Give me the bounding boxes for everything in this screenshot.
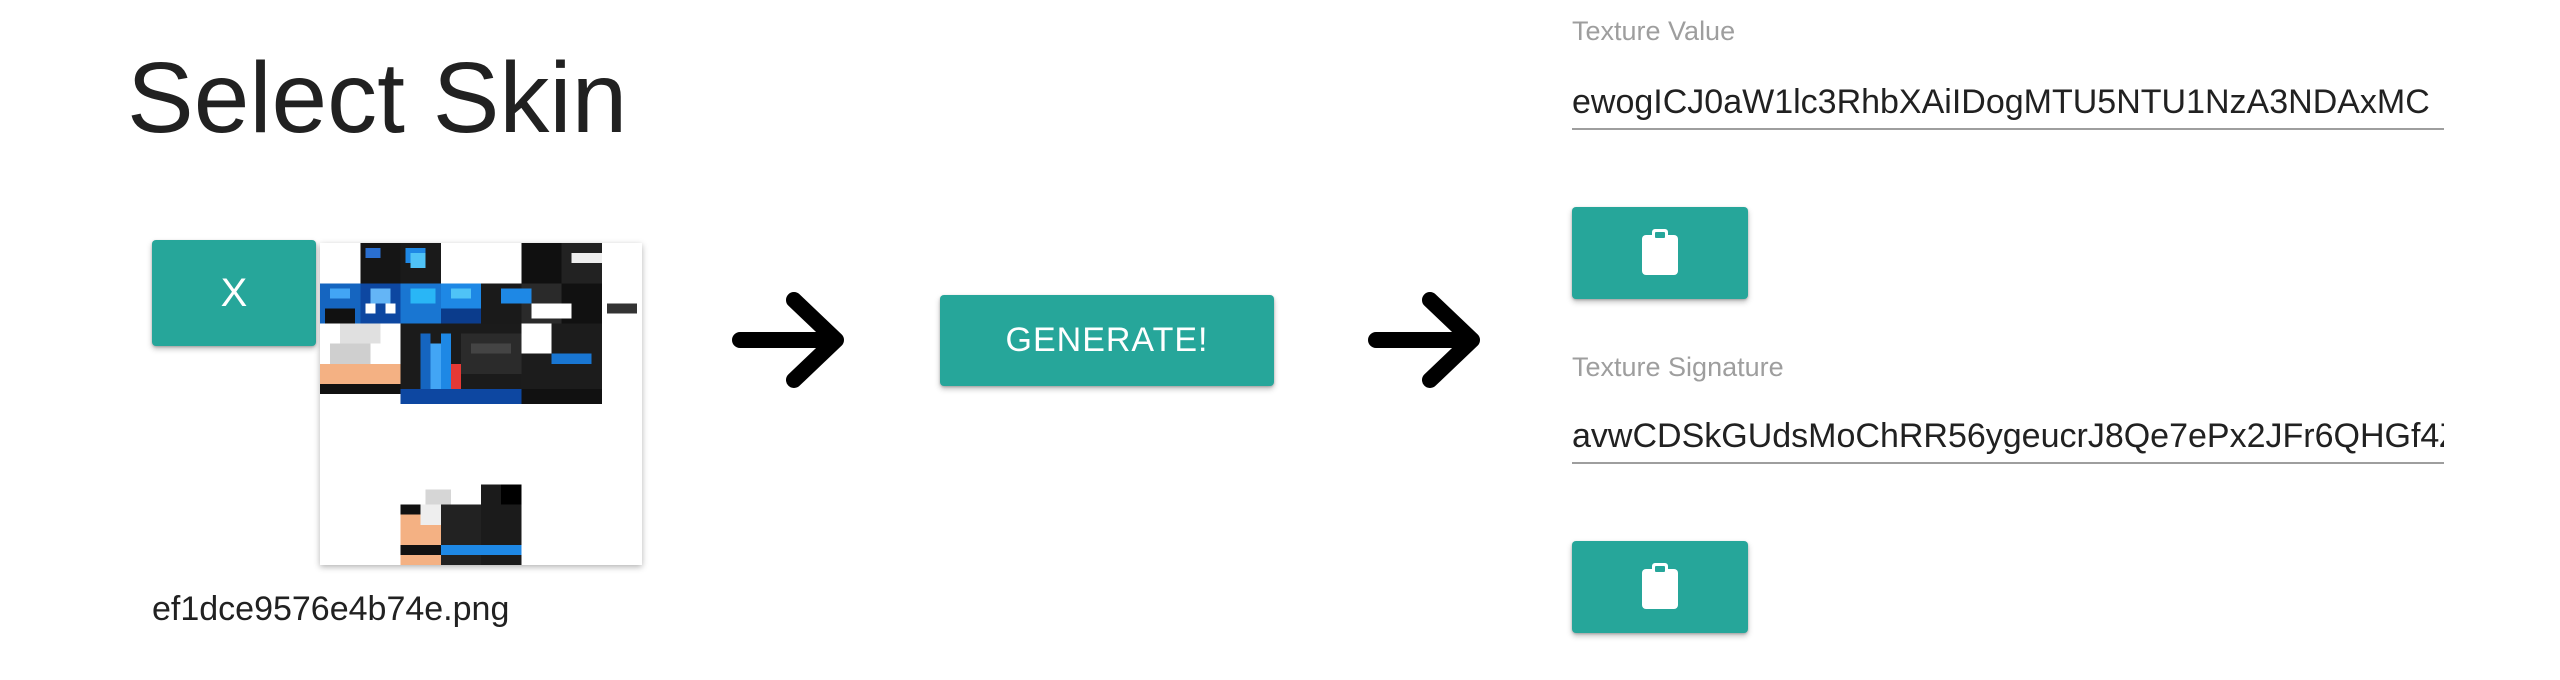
remove-skin-button[interactable]: X xyxy=(152,240,316,346)
generate-button[interactable]: GENERATE! xyxy=(940,295,1274,386)
copy-texture-value-button[interactable] xyxy=(1572,207,1748,299)
skin-filename: ef1dce9576e4b74e.png xyxy=(152,590,510,628)
texture-signature-label: Texture Signature xyxy=(1572,352,1784,382)
page-title: Select Skin xyxy=(127,42,628,154)
arrow-right-icon xyxy=(1368,292,1480,388)
texture-value-field[interactable] xyxy=(1572,76,2444,130)
texture-value-label: Texture Value xyxy=(1572,16,1736,46)
arrow-right-icon xyxy=(732,292,844,388)
texture-signature-field[interactable] xyxy=(1572,410,2444,464)
clipboard-icon xyxy=(1642,563,1678,609)
clipboard-icon xyxy=(1642,229,1678,275)
copy-texture-signature-button[interactable] xyxy=(1572,541,1748,633)
skin-preview-image xyxy=(320,243,642,565)
skin-texture xyxy=(320,243,642,565)
